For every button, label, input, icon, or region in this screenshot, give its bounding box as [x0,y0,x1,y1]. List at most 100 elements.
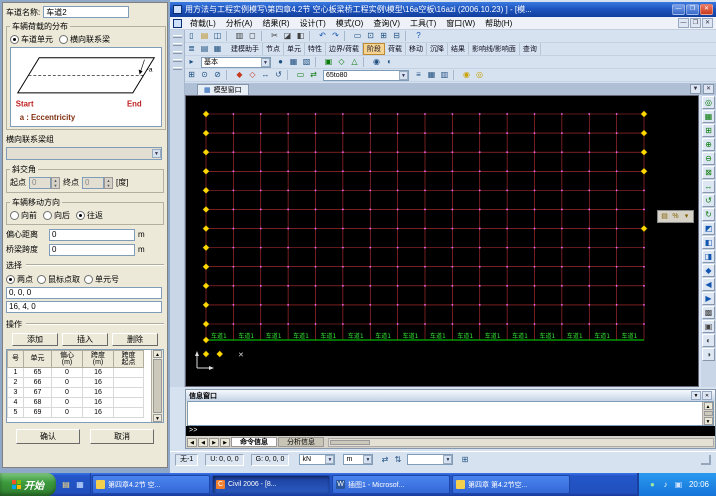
stage-combo[interactable]: 基本 ▼ [201,57,271,68]
redo-icon[interactable]: ↷ [329,30,342,42]
tab-property[interactable]: 特性 [305,43,326,55]
display-option-icon[interactable]: ▧ [300,56,313,68]
shrink-elements-icon[interactable]: ▣ [322,56,335,68]
initial-view-icon[interactable]: ▦ [702,110,715,123]
resize-grip[interactable] [701,455,711,465]
open-project-icon[interactable]: ▤ [198,30,211,42]
quick-folder-icon[interactable]: ▤ [60,479,72,491]
taskbar-task-folder2[interactable]: 第四章 第4.2节空... [452,475,570,494]
add-button[interactable]: 添加 [12,333,58,346]
extrude-icon[interactable]: ⇄ [307,69,320,81]
view-iso-icon[interactable]: ◆ [702,264,715,277]
scroll-up-icon[interactable]: ▲ [153,350,162,358]
info-hscrollbar[interactable] [328,438,714,447]
cross-beam-group-combo[interactable]: ▼ [6,147,162,160]
delete-node-icon[interactable]: ◇ [246,69,259,81]
force-unit-combo[interactable]: kN ▼ [299,454,335,465]
toolbar-handle[interactable] [173,67,182,70]
menu-help[interactable]: 帮助(H) [480,18,517,29]
tab-boundary-load[interactable]: 边界/荷载 [326,43,363,55]
insert-button[interactable]: 插入 [62,333,108,346]
radio-mouse-pick[interactable] [37,275,46,284]
lock-icon[interactable]: ◉ [460,69,473,81]
tray-volume-icon[interactable]: ♪ [659,479,672,491]
tab-settlement[interactable]: 沉降 [427,43,448,55]
grid-icon[interactable]: ⊞ [185,69,198,81]
tray-network-icon[interactable]: ▣ [672,479,685,491]
tab-element[interactable]: 单元 [284,43,305,55]
stage-play-icon[interactable]: ▸ [185,56,198,68]
percent-icon[interactable]: % [670,211,681,222]
quick-desktop-icon[interactable]: ▦ [74,479,86,491]
tab-command-message[interactable]: 命令信息 [231,437,277,447]
skew-start-input[interactable] [29,177,51,189]
skew-end-spinner[interactable]: ▲▼ [104,177,113,189]
confirm-button[interactable]: 确认 [16,429,80,444]
restore-button[interactable]: ❐ [686,4,699,15]
menu-loads[interactable]: 荷载(L) [185,18,221,29]
point2-input[interactable] [6,301,162,313]
info-message-area[interactable]: ▲ ▼ [187,401,714,426]
node-display-icon[interactable]: ● [274,56,287,68]
section-icon[interactable]: ▦ [425,69,438,81]
command-prompt[interactable]: >> [186,426,715,436]
scroll-up-icon[interactable]: ▲ [704,402,713,410]
table-row[interactable]: 468 016 [8,397,144,407]
radio-element-number[interactable] [84,275,93,284]
length-unit-combo[interactable]: m ▼ [343,454,373,465]
info-close-icon[interactable]: ✕ [702,391,712,400]
cancel-button[interactable]: 取消 [90,429,154,444]
unselect-icon[interactable]: ⊟ [390,30,403,42]
zoom-window-icon[interactable]: ⊞ [702,124,715,137]
status-grid-icon[interactable]: ⊞ [458,454,471,466]
toolbar-handle[interactable] [173,43,182,46]
menu-analysis[interactable]: 分析(A) [221,18,258,29]
taskbar-task-word[interactable]: W 插图1 - Microsof... [332,475,450,494]
view-front-icon[interactable]: ◧ [702,236,715,249]
snap-point-icon[interactable]: ⊙ [198,69,211,81]
tab-stage[interactable]: 阶段 [363,43,385,55]
scroll-thumb[interactable] [153,359,162,413]
zoom-out-icon[interactable]: ⊖ [702,152,715,165]
table-row[interactable]: 569 016 [8,407,144,417]
extra-combo[interactable]: ▼ [407,454,453,465]
tray-app-icon[interactable]: ● [646,479,659,491]
redraw-icon[interactable]: ◎ [702,96,715,109]
toolbar-handle[interactable] [173,59,182,62]
radio-two-points[interactable] [6,275,15,284]
query-element-icon[interactable]: ◐ [383,56,396,68]
radio-forward[interactable] [10,211,19,220]
scroll-down-icon[interactable]: ▼ [153,414,162,422]
select-all-icon[interactable]: ⊞ [377,30,390,42]
undo-icon[interactable]: ↶ [316,30,329,42]
info-scrollbar[interactable]: ▲ ▼ [702,402,713,425]
rotate-icon[interactable]: ↺ [272,69,285,81]
tab-next-icon[interactable]: ▶ [209,438,219,447]
save-icon[interactable]: ◫ [211,30,224,42]
unit-swap-icon[interactable]: ⇄ [378,454,391,466]
rotate-left-icon[interactable]: ↺ [702,194,715,207]
close-button[interactable]: ✕ [700,4,713,15]
model-window-close-icon[interactable]: ✕ [703,84,714,94]
copy-icon[interactable]: ◪ [281,30,294,42]
table-scrollbar[interactable]: ▲ ▼ [151,350,163,422]
tab-first-icon[interactable]: ◀ [187,438,197,447]
zoom-fit-icon[interactable]: ⊠ [702,166,715,179]
hidden-view-icon[interactable]: ▩ [702,306,715,319]
render-icon[interactable]: ◑ [702,348,715,361]
section-combo[interactable]: 65to80 ▼ [323,70,409,81]
lane-name-input[interactable] [43,6,129,18]
menu-query[interactable]: 查询(V) [368,18,405,29]
thickness-icon[interactable]: ▥ [438,69,451,81]
select-window-icon[interactable]: ⊡ [364,30,377,42]
table-row[interactable]: 266 016 [8,377,144,387]
point1-input[interactable] [6,287,162,299]
taskbar-task-folder1[interactable]: 第四章4.2节 空... [92,475,210,494]
scroll-thumb[interactable] [704,411,713,416]
works-tree-icon[interactable]: ▤ [198,43,211,55]
grip-icon[interactable]: ▤ [659,211,670,222]
unit-step-icon[interactable]: ⇅ [391,454,404,466]
view-top-icon[interactable]: ◩ [702,222,715,235]
print-preview-icon[interactable]: ◻ [246,30,259,42]
scroll-down-icon[interactable]: ▼ [704,417,713,425]
